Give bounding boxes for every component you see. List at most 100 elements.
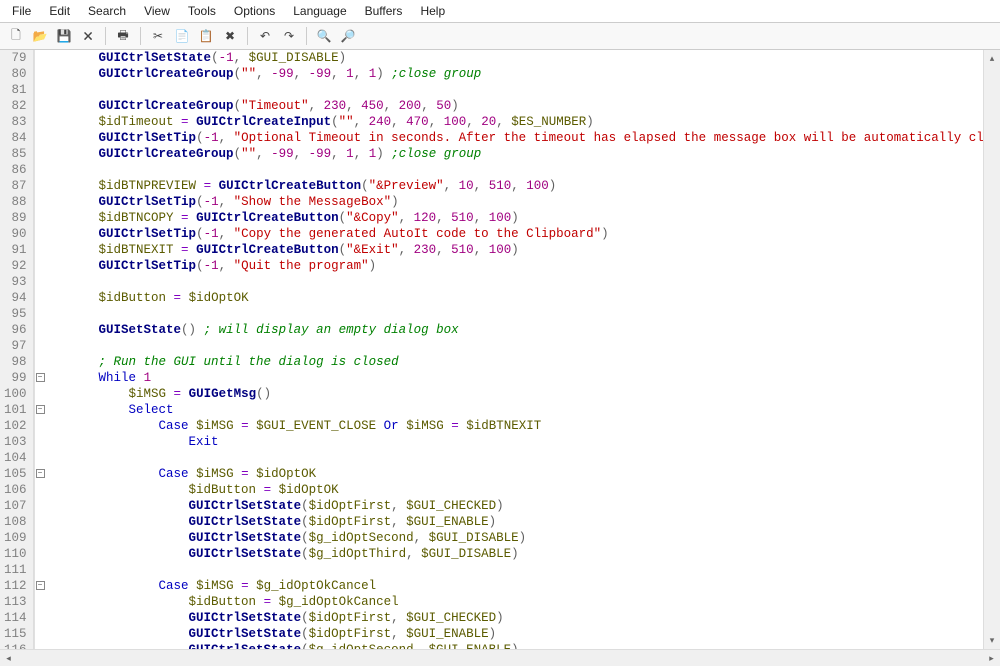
editor-area: 7980818283848586878889909192939495969798… (0, 50, 1000, 649)
code-line[interactable] (39, 562, 983, 578)
code-line[interactable]: GUICtrlSetState($idOptFirst, $GUI_CHECKE… (39, 610, 983, 626)
code-line[interactable]: GUICtrlSetTip(-1, "Show the MessageBox") (39, 194, 983, 210)
line-number: 113 (4, 594, 27, 610)
code-line[interactable]: GUICtrlSetTip(-1, "Copy the generated Au… (39, 226, 983, 242)
line-number: 90 (4, 226, 27, 242)
line-number: 112 (4, 578, 27, 594)
code-line[interactable]: $idBTNPREVIEW = GUICtrlCreateButton("&Pr… (39, 178, 983, 194)
code-line[interactable]: GUICtrlSetState($g_idOptSecond, $GUI_ENA… (39, 642, 983, 649)
code-editor[interactable]: 7980818283848586878889909192939495969798… (0, 50, 983, 649)
code-line[interactable]: GUICtrlSetState($idOptFirst, $GUI_ENABLE… (39, 514, 983, 530)
code-line[interactable]: GUISetState() ; will display an empty di… (39, 322, 983, 338)
line-number: 106 (4, 482, 27, 498)
code-line[interactable]: $idButton = $idOptOK (39, 482, 983, 498)
line-number: 108 (4, 514, 27, 530)
line-number: 86 (4, 162, 27, 178)
menu-search[interactable]: Search (80, 2, 134, 20)
code-line[interactable]: GUICtrlCreateGroup("", -99, -99, 1, 1) ;… (39, 66, 983, 82)
code-line[interactable]: GUICtrlSetTip(-1, "Quit the program") (39, 258, 983, 274)
new-icon[interactable]: 🗋 (6, 26, 26, 46)
vertical-scrollbar[interactable]: ▴ ▾ (983, 50, 1000, 649)
line-number: 83 (4, 114, 27, 130)
code-line[interactable]: Exit (39, 434, 983, 450)
paste-icon[interactable]: 📋 (196, 26, 216, 46)
open-icon[interactable]: 📂 (30, 26, 50, 46)
menu-buffers[interactable]: Buffers (357, 2, 411, 20)
menu-tools[interactable]: Tools (180, 2, 224, 20)
code-line[interactable]: GUICtrlCreateGroup("", -99, -99, 1, 1) ;… (39, 146, 983, 162)
code-line[interactable] (39, 450, 983, 466)
code-line[interactable]: GUICtrlSetState(-1, $GUI_DISABLE) (39, 50, 983, 66)
code-line[interactable]: Case $iMSG = $GUI_EVENT_CLOSE Or $iMSG =… (39, 418, 983, 434)
code-line[interactable]: GUICtrlCreateGroup("Timeout", 230, 450, … (39, 98, 983, 114)
code-line[interactable]: GUICtrlSetState($g_idOptSecond, $GUI_DIS… (39, 530, 983, 546)
menu-help[interactable]: Help (412, 2, 453, 20)
code-line[interactable]: $iMSG = GUIGetMsg() (39, 386, 983, 402)
code-line[interactable]: GUICtrlSetState($idOptFirst, $GUI_CHECKE… (39, 498, 983, 514)
scroll-down-icon[interactable]: ▾ (984, 632, 1000, 649)
code-line[interactable] (39, 162, 983, 178)
code-line[interactable]: $idTimeout = GUICtrlCreateInput("", 240,… (39, 114, 983, 130)
menu-options[interactable]: Options (226, 2, 283, 20)
code-line[interactable] (39, 306, 983, 322)
line-number: 102 (4, 418, 27, 434)
toolbar-separator (140, 27, 141, 45)
code-line[interactable]: Select (39, 402, 983, 418)
scroll-right-icon[interactable]: ▸ (983, 650, 1000, 666)
line-number: 98 (4, 354, 27, 370)
scroll-up-icon[interactable]: ▴ (984, 50, 1000, 67)
redo-icon[interactable]: ↷ (279, 26, 299, 46)
line-number: 104 (4, 450, 27, 466)
menu-file[interactable]: File (4, 2, 39, 20)
code-line[interactable] (39, 82, 983, 98)
line-number: 115 (4, 626, 27, 642)
toolbar-separator (306, 27, 307, 45)
line-number: 93 (4, 274, 27, 290)
code-line[interactable]: $idButton = $g_idOptOkCancel (39, 594, 983, 610)
close-icon[interactable]: 🗙 (78, 26, 98, 46)
scroll-left-icon[interactable]: ◂ (0, 650, 17, 666)
line-number: 80 (4, 66, 27, 82)
toolbar-separator (105, 27, 106, 45)
menu-edit[interactable]: Edit (41, 2, 78, 20)
line-number: 116 (4, 642, 27, 649)
code-line[interactable] (39, 274, 983, 290)
line-number: 89 (4, 210, 27, 226)
code-line[interactable]: $idButton = $idOptOK (39, 290, 983, 306)
line-number: 99 (4, 370, 27, 386)
line-number: 96 (4, 322, 27, 338)
line-number: 101 (4, 402, 27, 418)
line-number: 79 (4, 50, 27, 66)
copy-icon[interactable]: 📄 (172, 26, 192, 46)
menu-language[interactable]: Language (285, 2, 354, 20)
print-icon[interactable]: 🖶 (113, 26, 133, 46)
delete-icon[interactable]: ✖ (220, 26, 240, 46)
line-number: 100 (4, 386, 27, 402)
code-line[interactable]: Case $iMSG = $g_idOptOkCancel (39, 578, 983, 594)
code-line[interactable]: $idBTNEXIT = GUICtrlCreateButton("&Exit"… (39, 242, 983, 258)
undo-icon[interactable]: ↶ (255, 26, 275, 46)
code-content[interactable]: GUICtrlSetState(-1, $GUI_DISABLE) GUICtr… (35, 50, 983, 649)
menu-view[interactable]: View (136, 2, 178, 20)
code-line[interactable]: GUICtrlSetState($idOptFirst, $GUI_ENABLE… (39, 626, 983, 642)
code-line[interactable]: ; Run the GUI until the dialog is closed (39, 354, 983, 370)
save-icon[interactable]: 💾 (54, 26, 74, 46)
code-line[interactable] (39, 338, 983, 354)
toolbar-separator (247, 27, 248, 45)
line-number: 87 (4, 178, 27, 194)
line-number: 109 (4, 530, 27, 546)
horizontal-scrollbar[interactable]: ◂ ▸ (0, 649, 1000, 666)
line-number: 85 (4, 146, 27, 162)
code-line[interactable]: Case $iMSG = $idOptOK (39, 466, 983, 482)
replace-icon[interactable]: 🔎 (338, 26, 358, 46)
code-line[interactable]: While 1 (39, 370, 983, 386)
cut-icon[interactable]: ✂ (148, 26, 168, 46)
code-line[interactable]: GUICtrlSetState($g_idOptThird, $GUI_DISA… (39, 546, 983, 562)
code-line[interactable]: GUICtrlSetTip(-1, "Optional Timeout in s… (39, 130, 983, 146)
search-icon[interactable]: 🔍 (314, 26, 334, 46)
line-number: 95 (4, 306, 27, 322)
code-line[interactable]: $idBTNCOPY = GUICtrlCreateButton("&Copy"… (39, 210, 983, 226)
line-number: 107 (4, 498, 27, 514)
line-number: 111 (4, 562, 27, 578)
line-number: 81 (4, 82, 27, 98)
